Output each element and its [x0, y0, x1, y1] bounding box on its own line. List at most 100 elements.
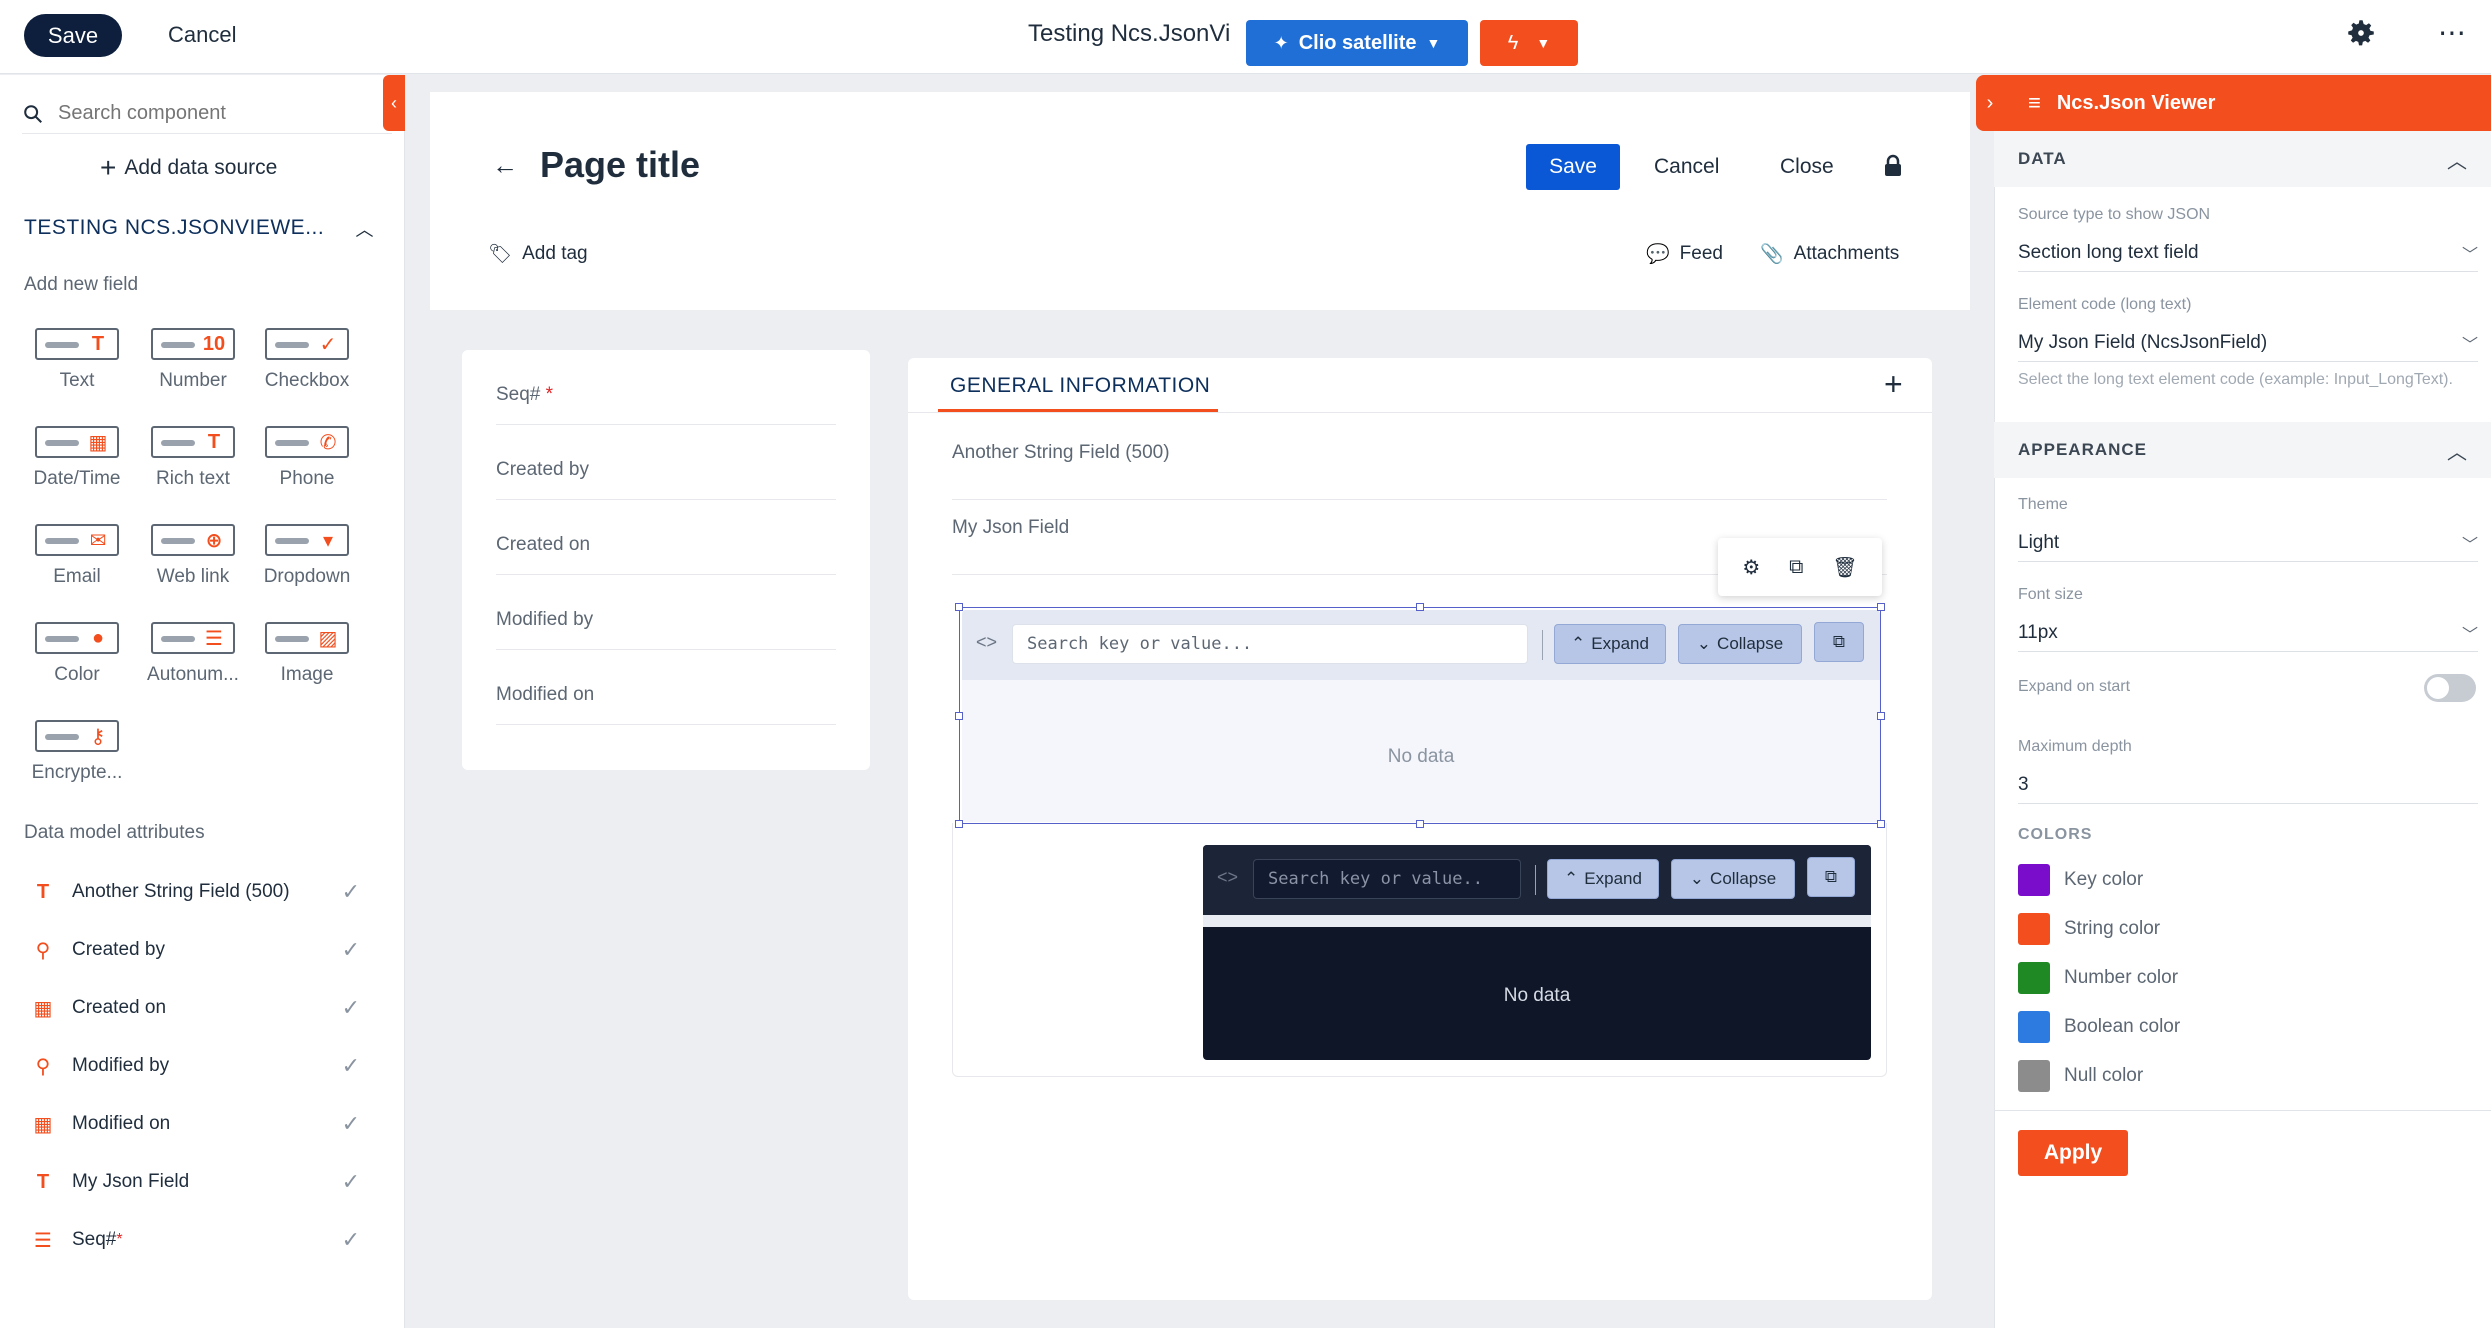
- resize-handle[interactable]: [1877, 603, 1885, 611]
- field-tile-checkbox[interactable]: ✓ Checkbox: [252, 328, 362, 392]
- component-search-input[interactable]: [58, 102, 358, 125]
- input-bar-shape: [275, 636, 309, 642]
- attribute-item[interactable]: ⚲ Modified by ✓: [30, 1048, 360, 1084]
- attribute-item[interactable]: ▦ Created on ✓: [30, 990, 360, 1026]
- color-option[interactable]: Boolean color: [2018, 1011, 2180, 1043]
- field-tile-text[interactable]: T Text: [22, 328, 132, 392]
- color-option[interactable]: Null color: [2018, 1060, 2143, 1092]
- checkmark-icon: ✓: [341, 879, 360, 904]
- page-save-button[interactable]: Save: [1526, 144, 1620, 190]
- color-swatch[interactable]: [2018, 1011, 2050, 1043]
- field-tile-autonum[interactable]: ☰ Autonum...: [138, 622, 248, 686]
- feed-button[interactable]: 💬 Feed: [1646, 242, 1723, 266]
- settings-gear-icon[interactable]: [2344, 16, 2378, 50]
- plus-icon: +: [100, 152, 117, 183]
- color-swatch[interactable]: [2018, 962, 2050, 994]
- attribute-item[interactable]: T My Json Field ✓: [30, 1164, 360, 1200]
- system-field-row[interactable]: Created on: [496, 500, 836, 575]
- resize-handle[interactable]: [1877, 712, 1885, 720]
- field-tile-encrypte[interactable]: ⚷ Encrypte...: [22, 720, 132, 784]
- field-tile-web-link[interactable]: ⊕ Web link: [138, 524, 248, 588]
- top-cancel-button[interactable]: Cancel: [168, 22, 236, 48]
- page-cancel-button[interactable]: Cancel: [1654, 155, 1719, 179]
- numbered-list-icon: ☰: [34, 1229, 52, 1252]
- page-title[interactable]: Page title: [540, 144, 700, 186]
- quick-action-button[interactable]: ϟ ▼: [1480, 20, 1578, 66]
- settings-icon[interactable]: ⚙: [1742, 555, 1760, 580]
- back-arrow-icon[interactable]: ←: [492, 150, 518, 181]
- max-depth-input[interactable]: 3: [2018, 766, 2478, 804]
- field-tile-label: Dropdown: [263, 566, 351, 587]
- resize-handle[interactable]: [1416, 603, 1424, 611]
- resize-handle[interactable]: [955, 712, 963, 720]
- field-tile-preview: ✉: [35, 524, 119, 556]
- attribute-item[interactable]: ☰ Seq# * ✓: [30, 1222, 360, 1258]
- page-close-button[interactable]: Close: [1780, 155, 1834, 179]
- color-option[interactable]: Key color: [2018, 864, 2143, 896]
- lock-icon[interactable]: [1882, 154, 1904, 178]
- element-code-select[interactable]: My Json Field (NcsJsonField) ﹀: [2018, 324, 2478, 362]
- checkmark-icon: ✓: [341, 1053, 360, 1078]
- trash-icon[interactable]: 🗑: [1832, 555, 1857, 580]
- top-save-button[interactable]: Save: [24, 14, 122, 57]
- input-bar-shape: [275, 538, 309, 544]
- field-another-string[interactable]: Another String Field (500): [952, 442, 1887, 500]
- tag-icon: 🏷: [488, 244, 513, 265]
- field-tile-label: Encrypte...: [31, 762, 123, 783]
- color-option[interactable]: String color: [2018, 913, 2160, 945]
- data-section-header[interactable]: DATA ︿: [1994, 131, 2491, 187]
- attribute-item[interactable]: T Another String Field (500) ✓: [30, 874, 360, 910]
- system-field-label: Created on: [496, 534, 591, 555]
- input-bar-shape: [161, 342, 195, 348]
- system-field-row[interactable]: Created by: [496, 425, 836, 500]
- system-field-row[interactable]: Modified by: [496, 575, 836, 650]
- field-tile-dropdown[interactable]: ▾ Dropdown: [252, 524, 362, 588]
- field-tile-rich-text[interactable]: T Rich text: [138, 426, 248, 490]
- appearance-section-header[interactable]: APPEARANCE ︿: [1994, 422, 2491, 478]
- color-option[interactable]: Number color: [2018, 962, 2178, 994]
- attachments-button[interactable]: 📎 Attachments: [1760, 242, 1899, 266]
- color-swatch[interactable]: [2018, 913, 2050, 945]
- copy-icon[interactable]: ⧉: [1789, 556, 1803, 579]
- search-icon: [24, 104, 42, 123]
- font-size-select[interactable]: 11px ﹀: [2018, 614, 2478, 652]
- font-size-value: 11px: [2018, 621, 2058, 643]
- field-tile-date-time[interactable]: ▦ Date/Time: [22, 426, 132, 490]
- system-field-label: Modified on: [496, 684, 595, 705]
- tab-general-information[interactable]: GENERAL INFORMATION: [950, 374, 1210, 398]
- expand-on-start-toggle[interactable]: [2424, 674, 2476, 702]
- add-tab-icon[interactable]: +: [1884, 366, 1903, 403]
- attribute-label: Modified on: [72, 1113, 171, 1134]
- apply-button[interactable]: Apply: [2018, 1130, 2128, 1176]
- chevron-right-icon[interactable]: ›: [1976, 92, 2004, 115]
- more-options-icon[interactable]: ⋯: [2438, 16, 2468, 49]
- field-tile-phone[interactable]: ✆ Phone: [252, 426, 362, 490]
- add-tag-button[interactable]: 🏷 Add tag: [488, 242, 588, 266]
- color-swatch[interactable]: [2018, 864, 2050, 896]
- attribute-item[interactable]: ⚲ Created by ✓: [30, 932, 360, 968]
- caret-down-icon: ▼: [1536, 35, 1551, 51]
- field-tile-email[interactable]: ✉ Email: [22, 524, 132, 588]
- field-tile-image[interactable]: ▨ Image: [252, 622, 362, 686]
- add-data-source-button[interactable]: + Add data source: [100, 152, 278, 183]
- attribute-item[interactable]: ▦ Modified on ✓: [30, 1106, 360, 1142]
- add-data-source-label: Add data source: [124, 156, 278, 179]
- field-tile-number[interactable]: 10 Number: [138, 328, 248, 392]
- color-swatch[interactable]: [2018, 1060, 2050, 1092]
- data-source-section-header[interactable]: TESTING NCS.JSONVIEWE... ︿: [24, 216, 374, 242]
- viewer-container: [952, 823, 1887, 1077]
- field-tile-preview: ✆: [265, 426, 349, 458]
- field-tile-color[interactable]: ● Color: [22, 622, 132, 686]
- chat-icon: 💬: [1646, 244, 1670, 265]
- field-tile-label: Color: [54, 664, 100, 685]
- field-tile-label: Phone: [279, 468, 335, 489]
- panel-divider: [1994, 1110, 2491, 1111]
- source-type-select[interactable]: Section long text field ﹀: [2018, 234, 2478, 272]
- resize-handle[interactable]: [955, 603, 963, 611]
- system-field-row[interactable]: Modified on: [496, 650, 836, 725]
- field-tile-label: Image: [280, 664, 334, 685]
- theme-select[interactable]: Light ﹀: [2018, 524, 2478, 562]
- clio-satellite-button[interactable]: ✦ Clio satellite ▼: [1246, 20, 1468, 66]
- app-title: Testing Ncs.JsonVi: [1028, 20, 1230, 48]
- system-field-row[interactable]: Seq# *: [496, 350, 836, 425]
